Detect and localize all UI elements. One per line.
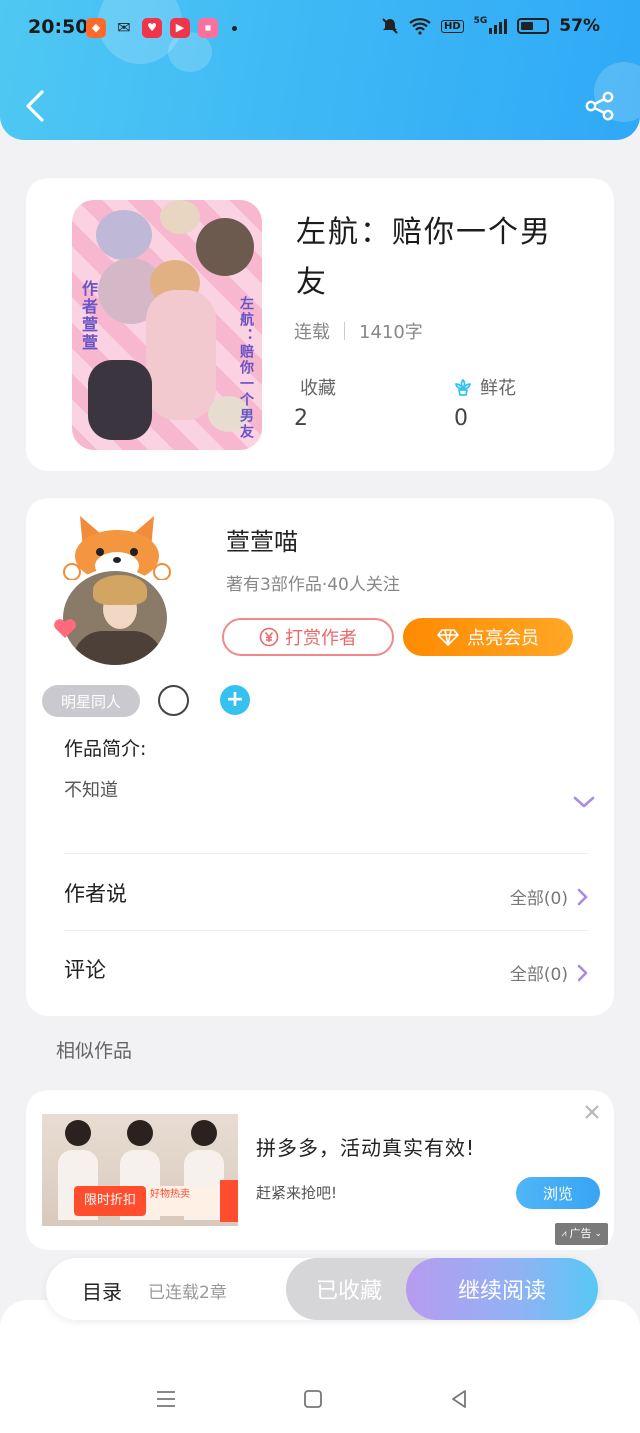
comments-count: 全部(0) [509,965,568,985]
mute-icon [382,18,398,34]
video-app-icon: ▶ [170,18,190,38]
menu-icon[interactable] [155,1388,177,1410]
chevron-right-icon [577,888,588,905]
favorites-label: 收藏 [300,378,336,399]
signal-label: 5G [473,15,488,26]
flowers-stat[interactable]: 鲜花 [452,374,516,400]
reward-author-button[interactable]: 打赏作者 [222,618,394,656]
more-notifications-dot [232,25,237,31]
bottom-action-bar: 目录 已连载2章 已收藏 继续阅读 [46,1258,598,1320]
vip-label: 点亮会员 [467,628,539,649]
chapters-count: 已连载2章 [148,1283,227,1303]
wifi-icon [409,18,431,35]
home-icon[interactable] [302,1388,324,1410]
share-icon[interactable] [584,90,616,122]
flowers-count: 0 [454,406,468,431]
ad-card[interactable]: 限时折扣 好物热卖 拼多多，活动真实有效! 赶紧来抢吧! 浏览 ⩘ 广告 ⌄ [26,1090,614,1250]
back-icon[interactable] [448,1388,470,1410]
ad-side-strip [220,1180,238,1222]
heart-icon [54,619,76,638]
author-says-all[interactable]: 全部(0) [510,884,588,909]
yuan-coin-icon [259,627,279,647]
book-info-card: 作者萱萱 左航：赔你一个男友 左航：赔你一个男友 连载 1410字 收藏 2 鲜… [26,178,614,471]
intro-label: 作品简介: [64,738,147,760]
ad-browse-button[interactable]: 浏览 [516,1177,600,1209]
cover-art [146,290,216,420]
continue-reading-button[interactable]: 继续阅读 [406,1258,598,1320]
ad-subtitle: 赶紧来抢吧! [256,1184,338,1202]
vip-button[interactable]: 点亮会员 [403,618,573,656]
ad-sale-tag-2: 好物热卖 [146,1186,218,1216]
back-arrow-icon[interactable] [22,88,48,124]
author-summary: 著有3部作品·40人关注 [226,575,400,595]
ad-sale-tag: 限时折扣 [74,1186,146,1216]
book-status: 连载 [294,322,330,343]
tag-celebrity-fanfic[interactable]: 明星同人 [42,685,140,717]
app-notification-icon: ♥ [142,18,162,38]
similar-works-title: 相似作品 [56,1040,133,1062]
word-count: 1410字 [359,322,423,343]
ad-badge[interactable]: ⩘ 广告 ⌄ [555,1223,608,1245]
app-notification-icon: ◼ [198,18,218,38]
favorites-count: 2 [294,406,308,431]
toc-button[interactable]: 目录 [82,1276,122,1305]
author-says-count: 全部(0) [509,889,568,909]
wechat-icon: ✉ [117,18,131,37]
book-cover[interactable]: 作者萱萱 左航：赔你一个男友 [72,200,262,450]
status-indicators: HD 5G 57% [381,16,600,36]
ad-badge-label: 广告 [569,1227,592,1240]
comments-label[interactable]: 评论 [64,954,106,984]
battery-icon [517,18,550,34]
chevron-down-icon: ⌄ [594,1229,602,1239]
status-bar: 20:50 ◆ ✉ ♥ ▶ ◼ HD 5G 57% [0,0,640,58]
book-meta: 连载 1410字 [294,318,423,344]
flowers-label: 鲜花 [480,378,516,399]
hd-label: HD [440,19,464,33]
header: 20:50 ◆ ✉ ♥ ▶ ◼ HD 5G 57% [0,0,640,140]
cover-art [88,360,152,440]
cover-title-text: 左航：赔你一个男友 [238,296,254,440]
reward-label: 打赏作者 [285,628,357,649]
close-icon[interactable] [584,1104,600,1120]
ad-image[interactable]: 限时折扣 好物热卖 [42,1114,238,1226]
status-time: 20:50 [28,16,89,38]
ad-logo-icon: ⩘ [561,1229,567,1239]
chevron-right-icon [577,964,588,981]
cover-author-text: 作者萱萱 [79,280,98,352]
add-tag-button[interactable]: + [220,685,250,715]
meta-divider [344,322,345,340]
app-notification-icon: ◆ [86,18,106,38]
book-title: 左航：赔你一个男友 [296,215,552,300]
author-avatar[interactable] [52,510,192,668]
cover-art [96,210,152,260]
notification-icons: ◆ ✉ ♥ ▶ ◼ [86,18,237,38]
tag-empty-circle[interactable] [158,685,189,716]
divider [64,853,588,854]
battery-percent: 57% [559,16,600,36]
cover-art [160,200,200,234]
divider [64,930,588,931]
battery-level [521,22,534,30]
comments-all[interactable]: 全部(0) [510,960,588,985]
signal-icon: 5G [473,15,508,34]
system-nav-bar [0,1370,640,1430]
diamond-icon [437,629,459,646]
flower-icon [455,379,471,396]
cover-art [196,218,254,276]
ad-title[interactable]: 拼多多，活动真实有效! [256,1132,475,1161]
chevron-down-icon[interactable] [572,794,596,810]
intro-text: 不知道 [64,780,118,801]
author-card: 萱萱喵 著有3部作品·40人关注 打赏作者 点亮会员 明星同人 + 作品简介: … [26,498,614,1016]
author-says-label[interactable]: 作者说 [64,878,127,908]
author-name[interactable]: 萱萱喵 [226,522,298,557]
